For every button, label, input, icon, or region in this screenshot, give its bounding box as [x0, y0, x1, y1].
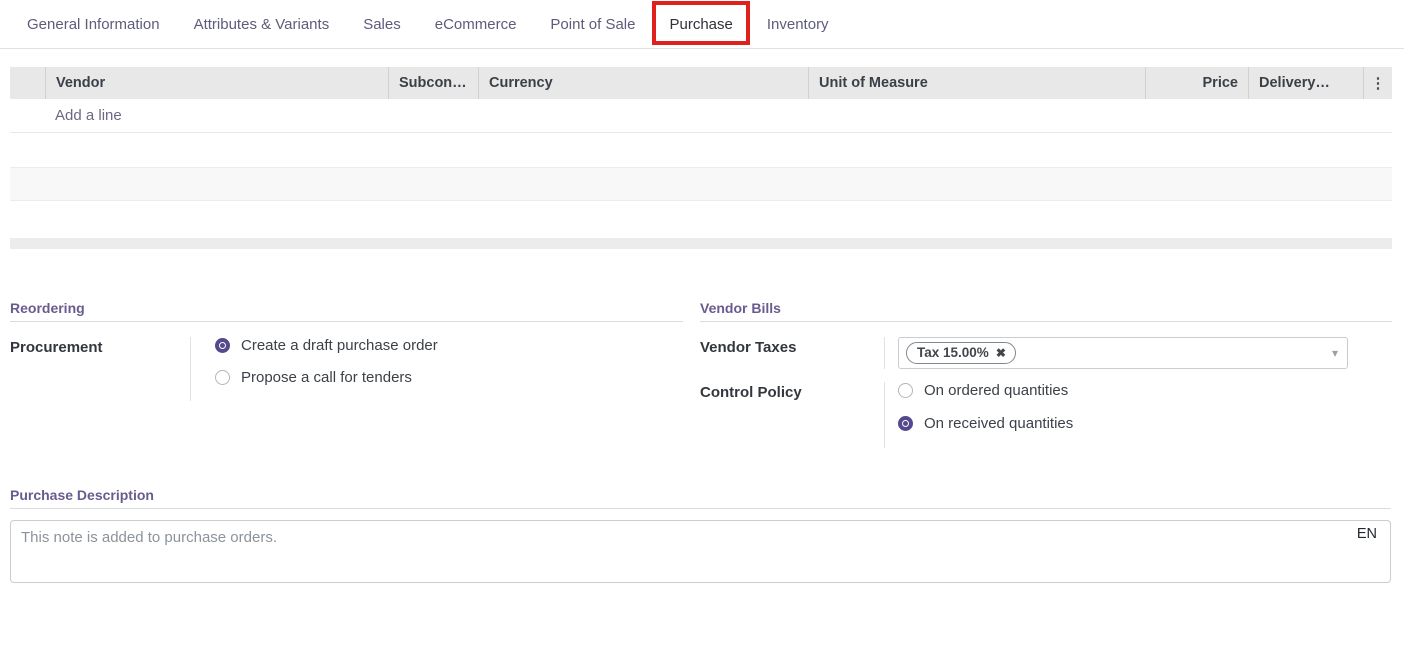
vendor-bills-section-title: Vendor Bills	[700, 300, 1392, 322]
empty-table-row	[10, 201, 1392, 235]
empty-table-row	[10, 167, 1392, 201]
procurement-options: Create a draft purchase order Propose a …	[190, 337, 683, 401]
control-policy-options: On ordered quantities On received quanti…	[884, 382, 1392, 448]
tax-tag[interactable]: Tax 15.00% ✖	[906, 342, 1016, 364]
radio-unselected-icon[interactable]	[898, 383, 913, 398]
radio-on-ordered-quantities[interactable]: On ordered quantities	[898, 382, 1392, 399]
tab-point-of-sale[interactable]: Point of Sale	[550, 16, 635, 33]
tax-tag-label: Tax 15.00%	[917, 345, 989, 360]
vendor-taxes-label: Vendor Taxes	[700, 337, 884, 369]
vendor-pricelist-table: Vendor Subcon… Currency Unit of Measure …	[10, 67, 1392, 249]
tab-ecommerce[interactable]: eCommerce	[435, 16, 517, 33]
column-header-price[interactable]: Price	[1145, 67, 1248, 99]
table-footer-bar	[10, 238, 1392, 249]
purchase-description-textarea[interactable]	[10, 520, 1391, 583]
column-header-unit-of-measure[interactable]: Unit of Measure	[808, 67, 1145, 99]
tab-inventory[interactable]: Inventory	[767, 16, 829, 33]
radio-label: Create a draft purchase order	[241, 337, 438, 354]
radio-label: Propose a call for tenders	[241, 369, 412, 386]
radio-unselected-icon[interactable]	[215, 370, 230, 385]
vendor-taxes-input[interactable]: Tax 15.00% ✖ ▾	[898, 337, 1348, 369]
optional-columns-toggle[interactable]: ⋮	[1363, 67, 1392, 99]
radio-propose-call-for-tenders[interactable]: Propose a call for tenders	[215, 369, 683, 386]
column-header-subcontracted[interactable]: Subcon…	[388, 67, 478, 99]
column-header-delivery-lead-time[interactable]: Delivery…	[1248, 67, 1363, 99]
radio-selected-icon[interactable]	[215, 338, 230, 353]
reordering-group: Reordering Procurement Create a draft pu…	[10, 300, 683, 401]
dropdown-caret-icon[interactable]: ▾	[1332, 346, 1338, 360]
vendor-taxes-field-cell: Tax 15.00% ✖ ▾	[884, 337, 1392, 369]
vendor-taxes-row: Vendor Taxes Tax 15.00% ✖ ▾	[700, 337, 1392, 369]
procurement-row: Procurement Create a draft purchase orde…	[10, 337, 683, 401]
notebook-tabs: General Information Attributes & Variant…	[0, 0, 1404, 49]
reordering-section-title: Reordering	[10, 300, 683, 322]
purchase-description-section-title: Purchase Description	[10, 487, 1391, 509]
row-handle-column-header	[10, 67, 45, 99]
purchase-description-box: EN	[10, 520, 1391, 588]
radio-label: On received quantities	[924, 415, 1073, 432]
column-header-vendor[interactable]: Vendor	[45, 67, 388, 99]
tax-tag-remove-icon[interactable]: ✖	[996, 347, 1006, 359]
purchase-description-group: Purchase Description EN	[10, 487, 1391, 588]
add-a-line-link[interactable]: Add a line	[55, 107, 122, 124]
tab-general-information[interactable]: General Information	[27, 16, 160, 33]
table-header-row: Vendor Subcon… Currency Unit of Measure …	[10, 67, 1392, 99]
radio-create-draft-purchase-order[interactable]: Create a draft purchase order	[215, 337, 683, 354]
column-header-delivery-label: Delivery…	[1259, 75, 1330, 91]
kebab-icon: ⋮	[1371, 74, 1386, 92]
column-header-subcontracted-label: Subcon…	[399, 75, 467, 91]
radio-selected-icon[interactable]	[898, 416, 913, 431]
radio-label: On ordered quantities	[924, 382, 1068, 399]
tab-purchase[interactable]: Purchase	[669, 16, 732, 33]
control-policy-row: Control Policy On ordered quantities On …	[700, 382, 1392, 448]
tab-attributes-variants[interactable]: Attributes & Variants	[194, 16, 330, 33]
language-badge[interactable]: EN	[1357, 526, 1377, 542]
add-line-row: Add a line	[10, 99, 1392, 133]
column-header-currency[interactable]: Currency	[478, 67, 808, 99]
control-policy-label: Control Policy	[700, 382, 884, 448]
tab-sales[interactable]: Sales	[363, 16, 401, 33]
radio-on-received-quantities[interactable]: On received quantities	[898, 415, 1392, 432]
procurement-label: Procurement	[10, 337, 190, 401]
empty-table-row	[10, 133, 1392, 167]
vendor-bills-group: Vendor Bills Vendor Taxes Tax 15.00% ✖ ▾…	[700, 300, 1392, 448]
